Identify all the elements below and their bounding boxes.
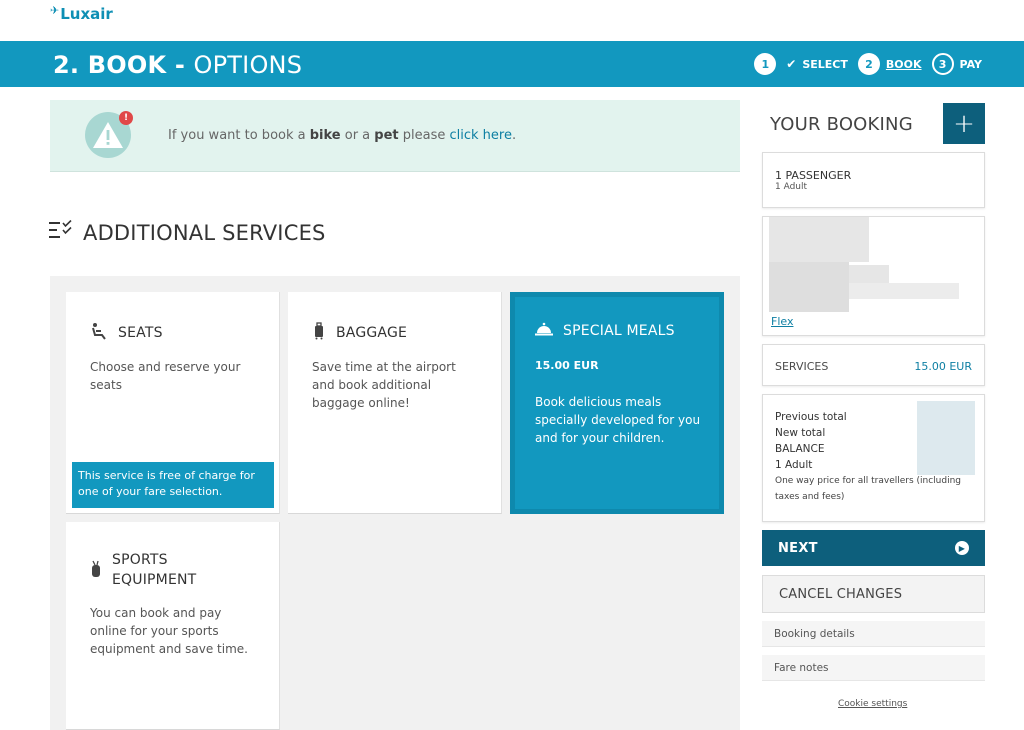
card-title: SPECIAL MEALS — [563, 323, 675, 339]
meal-price: 15.00 EUR — [535, 359, 599, 372]
booking-details-link[interactable]: Booking details — [762, 621, 985, 647]
check-icon: ✔ — [786, 57, 797, 71]
service-card-seats[interactable]: SEATS Choose and reserve your seats This… — [66, 292, 280, 514]
card-description: Book delicious meals specially developed… — [535, 395, 701, 445]
fare-notes-link[interactable]: Fare notes — [762, 655, 985, 681]
your-booking-title: YOUR BOOKING — [770, 114, 913, 135]
notice-text-part: please — [398, 128, 450, 143]
service-card-sports-equipment[interactable]: SPORTS EQUIPMENT You can book and pay on… — [66, 522, 280, 730]
card-header: SPECIAL MEALS — [535, 322, 675, 340]
services-label: SERVICES — [775, 360, 829, 373]
page-title-step: 2. BOOK - — [53, 51, 194, 79]
card-header: BAGGAGE — [312, 322, 407, 344]
redacted-block — [849, 265, 889, 285]
next-label: NEXT — [778, 540, 818, 556]
logo-text: Luxair — [60, 5, 113, 23]
notice-text-part: . — [511, 128, 517, 143]
redacted-block — [769, 262, 849, 312]
logo-mark-icon: ✈ — [50, 3, 60, 17]
card-description: You can book and pay online for your spo… — [90, 606, 248, 656]
card-description: Save time at the airport and book additi… — [312, 360, 456, 410]
passenger-summary: 1 PASSENGER 1 Adult — [762, 152, 985, 208]
next-button[interactable]: NEXT ▶ — [762, 530, 985, 566]
card-title: SPORTS EQUIPMENT — [112, 552, 197, 588]
step-label: BOOK — [885, 57, 922, 71]
passenger-type: 1 Adult — [775, 182, 808, 192]
page-header: 2. BOOK - OPTIONS 1 ✔ SELECT 2 BOOK 3 PA… — [0, 41, 1024, 87]
page-title: 2. BOOK - OPTIONS — [53, 51, 302, 79]
meal-cloche-icon — [535, 322, 553, 340]
additional-services-heading: ADDITIONAL SERVICES — [49, 219, 326, 245]
redacted-block — [769, 217, 869, 262]
free-service-note: This service is free of charge for one o… — [72, 462, 274, 508]
notice-bike: bike — [309, 128, 341, 143]
luxair-logo[interactable]: ✈ Luxair — [50, 3, 113, 24]
step-number: 2 — [857, 53, 880, 75]
service-card-special-meals[interactable]: SPECIAL MEALS 15.00 EUR Book delicious m… — [510, 292, 724, 514]
redacted-amounts — [917, 401, 975, 475]
notice-text-part: or a — [340, 128, 375, 143]
step-pay: 3 PAY — [931, 53, 982, 75]
passenger-count: 1 PASSENGER — [775, 169, 852, 182]
service-card-baggage[interactable]: BAGGAGE Save time at the airport and boo… — [288, 292, 502, 514]
cancel-changes-button[interactable]: CANCEL CHANGES — [762, 575, 985, 613]
expand-booking-button[interactable]: + — [943, 103, 985, 144]
notice-text-part: If you want to book a — [168, 128, 310, 143]
checklist-icon — [49, 219, 73, 245]
booking-steps: 1 ✔ SELECT 2 BOOK 3 PAY — [744, 53, 982, 75]
baggage-icon — [312, 322, 326, 344]
step-label: PAY — [959, 57, 982, 71]
step-select[interactable]: 1 ✔ SELECT — [754, 53, 848, 75]
fare-flex-link[interactable]: Flex — [771, 315, 793, 328]
services-summary: SERVICES 15.00 EUR — [762, 344, 985, 386]
price-totals: Previous total New total BALANCE 1 Adult… — [762, 394, 985, 522]
services-value: 15.00 EUR — [914, 360, 972, 373]
card-title: BAGGAGE — [336, 325, 408, 341]
services-panel: SEATS Choose and reserve your seats This… — [50, 276, 740, 730]
flight-summary: Flex — [762, 216, 985, 336]
step-label: SELECT — [802, 57, 848, 71]
card-title: SEATS — [118, 325, 163, 341]
price-note: One way price for all travellers (includ… — [775, 476, 962, 502]
card-header: SPORTS EQUIPMENT — [90, 550, 202, 590]
notice-pet: pet — [374, 128, 399, 143]
step-number: 3 — [931, 53, 954, 75]
notice-text: If you want to book a bike or a pet plea… — [168, 128, 516, 143]
card-header: SEATS — [90, 322, 163, 344]
arrow-right-icon: ▶ — [955, 541, 969, 555]
step-book[interactable]: 2 BOOK — [857, 53, 922, 75]
card-description: Choose and reserve your seats — [90, 360, 241, 392]
click-here-link[interactable]: click here — [450, 128, 512, 143]
page-title-name: OPTIONS — [193, 51, 303, 79]
golf-bag-icon — [90, 560, 102, 582]
step-number: 1 — [754, 53, 777, 75]
top-bar: ✈ Luxair — [0, 0, 1024, 41]
redacted-block — [849, 283, 959, 299]
cookie-settings-link[interactable]: Cookie settings — [838, 699, 907, 709]
bike-pet-notice: ! If you want to book a bike or a pet pl… — [50, 100, 740, 172]
alert-badge: ! — [119, 111, 133, 125]
section-title: ADDITIONAL SERVICES — [83, 220, 326, 245]
seat-icon — [90, 322, 108, 344]
